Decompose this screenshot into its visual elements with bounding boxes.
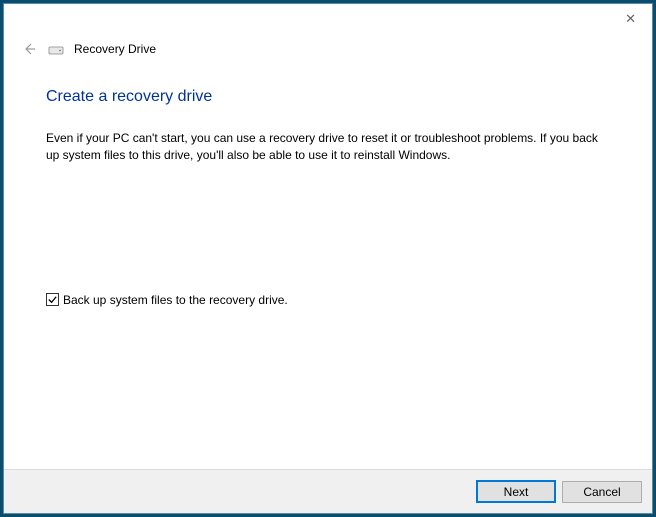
- back-arrow-icon[interactable]: [20, 40, 38, 58]
- window-title: Recovery Drive: [74, 42, 156, 56]
- recovery-drive-wizard: ✕ Recovery Drive Create a recovery drive…: [3, 3, 653, 514]
- next-button[interactable]: Next: [476, 480, 556, 503]
- header: Recovery Drive: [4, 34, 652, 58]
- description-text: Even if your PC can't start, you can use…: [46, 130, 606, 165]
- backup-checkbox[interactable]: [46, 293, 59, 306]
- drive-icon: [48, 43, 64, 55]
- cancel-button[interactable]: Cancel: [562, 481, 642, 503]
- content-area: Create a recovery drive Even if your PC …: [4, 58, 652, 469]
- backup-checkbox-label: Back up system files to the recovery dri…: [63, 293, 288, 307]
- backup-checkbox-row[interactable]: Back up system files to the recovery dri…: [46, 293, 612, 307]
- titlebar: ✕: [4, 4, 652, 34]
- close-icon[interactable]: ✕: [619, 10, 642, 27]
- footer: Next Cancel: [4, 469, 652, 513]
- page-heading: Create a recovery drive: [46, 88, 612, 106]
